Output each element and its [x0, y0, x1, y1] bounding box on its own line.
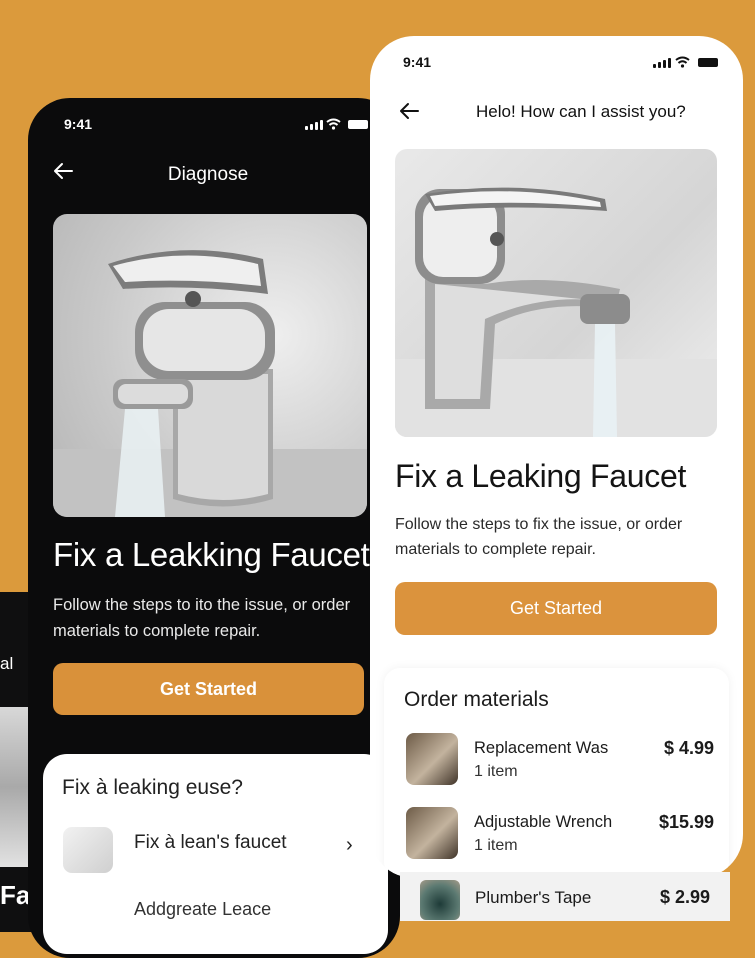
product-price: $15.99	[658, 812, 714, 832]
wifi-icon	[675, 56, 690, 68]
page-subtitle: Follow the steps to fix the issue, or or…	[395, 516, 683, 558]
battery-icon	[348, 120, 368, 129]
assistant-greeting: Helo! How can I assist you?	[476, 102, 686, 121]
product-price: $ 2.99	[659, 887, 710, 907]
page-subtitle: Follow the steps to ito the issue, or or…	[53, 596, 351, 640]
battery-icon	[698, 58, 718, 67]
page-heading: Fix a Leaking Faucet	[395, 458, 687, 494]
get-started-button[interactable]: Get Started	[395, 582, 717, 635]
suggestion-card: Fix à leaking euse? Fix à lean's faucet …	[43, 754, 388, 954]
screen-title: Diagnose	[167, 164, 249, 185]
faucet-photo	[395, 149, 717, 437]
product-price: $ 4.99	[663, 738, 714, 758]
partial-faucet-image	[0, 707, 28, 867]
page-heading: Fix a Leakking Faucet	[53, 536, 370, 573]
chevron-right-icon[interactable]: ›	[346, 834, 353, 857]
product-name: Plumber's Tape	[475, 888, 592, 907]
status-time: 9:41	[403, 54, 432, 70]
product-name: Adjustable Wrench	[474, 813, 613, 831]
order-item[interactable]: Plumber's Tape $ 2.99	[400, 872, 730, 921]
product-quantity: 1 item	[474, 763, 518, 780]
faucet-photo	[53, 214, 367, 517]
suggestion-next-item[interactable]: Addgreate Leace	[134, 899, 271, 920]
back-arrow-icon[interactable]	[398, 102, 420, 120]
product-quantity: 1 item	[474, 837, 518, 854]
wifi-icon	[326, 118, 341, 130]
faucet-thumbnail	[63, 827, 113, 873]
order-materials-title: Order materials	[404, 688, 549, 711]
suggestion-question: Fix à leaking euse?	[62, 776, 243, 799]
partial-label: al	[0, 654, 14, 673]
order-materials-card: Order materials Replacement Was 1 item $…	[384, 668, 729, 878]
order-item[interactable]: Replacement Was 1 item $ 4.99	[404, 731, 714, 789]
assistant-phone-screen: 9:41 Helo! How can I assist you? Fix a L…	[370, 36, 743, 878]
status-time: 9:41	[64, 116, 93, 132]
signal-icon	[653, 58, 671, 68]
product-thumbnail	[406, 733, 458, 785]
product-name: Replacement Was	[474, 739, 609, 757]
suggestion-item-label[interactable]: Fix à lean's faucet	[134, 832, 287, 854]
product-thumbnail	[406, 807, 458, 859]
signal-icon	[305, 120, 323, 130]
product-thumbnail	[420, 880, 460, 920]
get-started-button[interactable]: Get Started	[53, 663, 364, 715]
order-item[interactable]: Adjustable Wrench 1 item $15.99	[404, 805, 714, 863]
